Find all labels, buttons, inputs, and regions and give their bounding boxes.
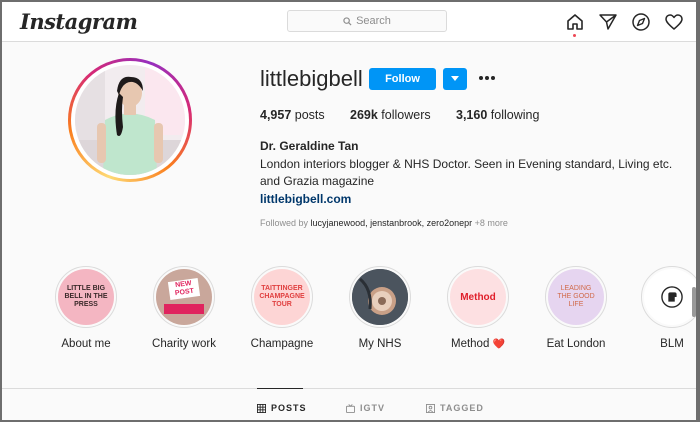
direct-message-icon[interactable] — [598, 12, 618, 32]
highlight-cover: LEADING THE GOOD LIFE — [548, 269, 604, 325]
grid-icon — [257, 403, 266, 413]
profile-website-link[interactable]: littlebigbell.com — [260, 192, 351, 206]
search-input[interactable]: Search — [287, 10, 447, 32]
caret-down-icon — [451, 76, 459, 81]
highlight-cover — [644, 269, 696, 325]
highlight-method[interactable]: Method Method ❤️ — [446, 266, 510, 350]
highlights-scroll-handle[interactable] — [692, 287, 696, 317]
profile-username: littlebigbell — [260, 66, 363, 91]
home-active-dot — [573, 34, 576, 37]
highlight-charity-work[interactable]: NEW POST Charity work — [152, 266, 216, 350]
highlight-cover: Method — [450, 269, 506, 325]
activity-heart-icon[interactable] — [664, 12, 684, 32]
tab-igtv[interactable]: IGTV — [346, 403, 385, 413]
active-tab-indicator — [257, 388, 303, 389]
tab-tagged[interactable]: TAGGED — [426, 403, 484, 413]
instagram-logo[interactable]: Instagram — [20, 9, 138, 34]
heart-emoji-icon: ❤️ — [492, 339, 505, 350]
highlight-blm[interactable]: BLM — [640, 266, 696, 350]
profile-avatar-story-ring[interactable] — [68, 58, 192, 182]
more-options-button[interactable] — [477, 70, 497, 86]
profile-stats: 4,957 posts 269k followers 3,160 followi… — [260, 108, 539, 122]
profile-avatar — [75, 65, 185, 175]
following-stat[interactable]: 3,160 following — [456, 108, 539, 122]
tagged-icon — [426, 403, 435, 413]
tab-posts[interactable]: POSTS — [257, 403, 307, 413]
highlight-about-me[interactable]: LITTLE BIG BELL IN THE PRESS About me — [54, 266, 118, 350]
posts-stat: 4,957 posts — [260, 108, 325, 122]
highlight-cover — [352, 269, 408, 325]
followers-stat[interactable]: 269k followers — [350, 108, 456, 122]
follow-button[interactable]: Follow — [369, 68, 436, 90]
highlight-cover: TAITTINGER CHAMPAGNE TOUR — [254, 269, 310, 325]
ellipsis-icon — [479, 76, 483, 80]
highlight-cover: LITTLE BIG BELL IN THE PRESS — [58, 269, 114, 325]
highlight-my-nhs[interactable]: My NHS — [348, 266, 412, 350]
profile-full-name: Dr. Geraldine Tan — [260, 139, 359, 153]
search-icon — [343, 16, 352, 26]
raised-fist-icon — [661, 286, 683, 308]
stethoscope-image — [352, 269, 408, 325]
tabs-divider — [2, 388, 696, 389]
suggested-accounts-button[interactable] — [443, 68, 467, 90]
top-nav: Instagram Search — [2, 2, 696, 42]
igtv-icon — [346, 403, 355, 413]
highlight-cover: NEW POST — [156, 269, 212, 325]
explore-compass-icon[interactable] — [631, 12, 651, 32]
profile-bio: London interiors blogger & NHS Doctor. S… — [260, 157, 673, 188]
browser-frame: Instagram Search littlebigbell Follow 4,… — [2, 2, 696, 420]
highlight-champagne[interactable]: TAITTINGER CHAMPAGNE TOUR Champagne — [250, 266, 314, 350]
highlight-eat-london[interactable]: LEADING THE GOOD LIFE Eat London — [544, 266, 608, 350]
search-placeholder: Search — [356, 15, 391, 27]
followed-by[interactable]: Followed by lucyjanewood, jenstanbrook, … — [260, 218, 508, 228]
home-icon[interactable] — [565, 12, 585, 32]
